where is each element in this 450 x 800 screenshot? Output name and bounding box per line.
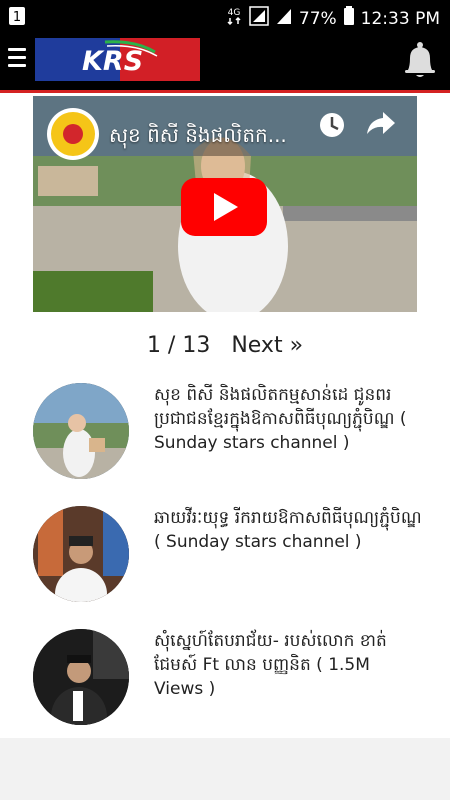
video-title: សុខ ពិសី និងផលិតក... [109,123,287,147]
list-item[interactable]: ឆាយវីរៈយុទ្ធ រីករាយឱកាសពិធីបុណ្យភ្ជុំបិណ… [0,506,450,616]
next-page-link[interactable]: Next » [231,333,303,358]
network-label: 4G [228,8,241,18]
video-thumbnail[interactable] [33,383,129,479]
bottom-background [0,738,450,800]
list-item-title: សុខ ពិសី និងផលិតកម្មសាន់ដេ ជូនពរប្រជាជនខ… [154,385,407,453]
youtube-video-player[interactable]: សុខ ពិសី និងផលិតក... [33,96,417,312]
video-thumbnail[interactable] [33,629,129,725]
signal-sim1-icon [249,6,269,31]
list-item-title: សុំស្នេហ៍តែបរាជ័យ- របស់លោក ខាត់ ជែមស៍ Ft… [154,631,387,699]
app-bar: KRS [0,32,450,93]
hamburger-menu-icon[interactable] [8,48,26,70]
krs-logo[interactable]: KRS [35,38,200,81]
logo-text: KRS [82,46,143,77]
list-item-title: ឆាយវីរៈយុទ្ធ រីករាយឱកាសពិធីបុណ្យភ្ជុំបិណ… [154,508,422,552]
signal-strength-icon [275,6,293,31]
list-item[interactable]: សុំស្នេហ៍តែបរាជ័យ- របស់លោក ខាត់ ជែមស៍ Ft… [0,629,450,739]
network-type-icon: 4G [225,6,243,31]
notification-icon: 1 [8,6,26,30]
clock-icon[interactable] [320,113,344,137]
video-thumbnail[interactable] [33,506,129,602]
pagination: 1 / 13 Next » [0,333,450,358]
list-item[interactable]: សុខ ពិសី និងផលិតកម្មសាន់ដេ ជូនពរប្រជាជនខ… [0,383,450,493]
main-content: សុខ ពិសី និងផលិតក... 1 / 13 Next » សុខ ព… [0,93,450,738]
page-count: 1 / 13 [146,333,211,358]
clock-time: 12:33 PM [360,8,440,29]
battery-percent: 77% [298,8,337,29]
status-bar: 1 4G 77% 12:33 PM [0,0,450,32]
bell-icon[interactable] [402,40,438,80]
sim-label: 1 [13,10,21,25]
battery-icon [343,6,355,31]
